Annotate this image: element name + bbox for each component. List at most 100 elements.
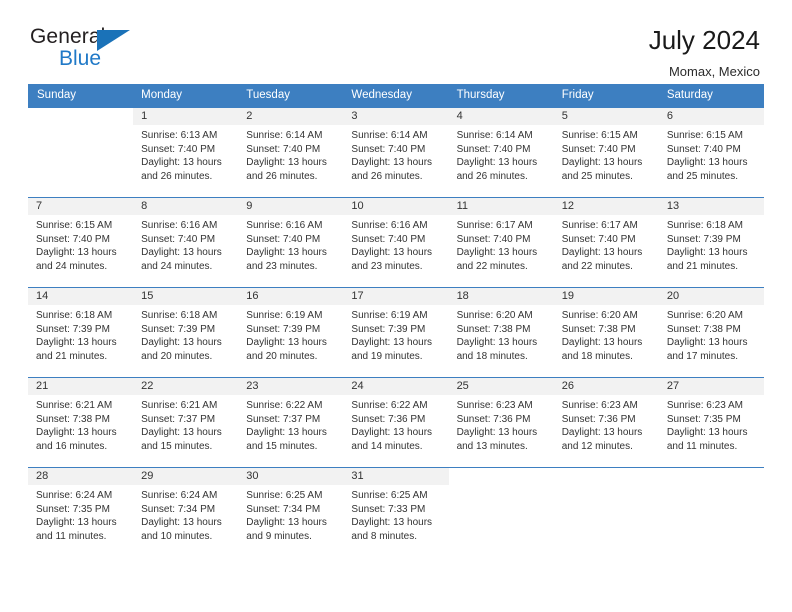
calendar-day-cell[interactable]: 27 Sunrise: 6:23 AM Sunset: 7:35 PM Dayligh…: [658, 377, 764, 468]
calendar-day-cell[interactable]: 6 Sunrise: 6:15 AM Sunset: 7:40 PM Daylight…: [658, 107, 764, 198]
calendar-day-cell[interactable]: 17 Sunrise: 6:19 AM Sunset: 7:39 PM Dayligh…: [343, 287, 449, 378]
daylight-text-line1: Daylight: 13 hours: [36, 517, 117, 529]
sunset-text: Sunset: 7:33 PM: [351, 503, 426, 515]
daylight-text-line2: and 23 minutes.: [246, 260, 318, 272]
daylight-text-line1: Daylight: 13 hours: [246, 427, 327, 439]
day-details: Sunrise: 6:17 AM Sunset: 7:40 PM Daylight:…: [449, 215, 554, 273]
sunrise-text: Sunrise: 6:23 AM: [666, 400, 743, 411]
calendar-day-cell[interactable]: 10 Sunrise: 6:16 AM Sunset: 7:40 PM Dayligh…: [343, 197, 449, 288]
sunrise-text: Sunrise: 6:20 AM: [456, 310, 533, 321]
sunset-text: Sunset: 7:38 PM: [456, 323, 531, 335]
day-number: 24: [343, 378, 449, 395]
day-cell-inner: 14 Sunrise: 6:18 AM Sunset: 7:39 PM Dayligh…: [28, 288, 134, 377]
day-details: Sunrise: 6:15 AM Sunset: 7:40 PM Daylight:…: [659, 125, 764, 183]
weekday-header-monday: Monday: [133, 84, 239, 108]
calendar-day-cell[interactable]: 19 Sunrise: 6:20 AM Sunset: 7:38 PM Dayligh…: [553, 287, 659, 378]
calendar-day-cell[interactable]: 5 Sunrise: 6:15 AM Sunset: 7:40 PM Daylight…: [553, 107, 659, 198]
sunrise-text: Sunrise: 6:20 AM: [666, 310, 743, 321]
daylight-text-line2: and 11 minutes.: [666, 440, 738, 452]
daylight-text-line1: Daylight: 13 hours: [351, 427, 433, 439]
calendar-day-cell[interactable]: 7 Sunrise: 6:15 AM Sunset: 7:40 PM Daylight…: [28, 197, 134, 288]
calendar-day-cell[interactable]: 16 Sunrise: 6:19 AM Sunset: 7:39 PM Dayligh…: [238, 287, 344, 378]
calendar-day-cell[interactable]: 8 Sunrise: 6:16 AM Sunset: 7:40 PM Daylight…: [133, 197, 239, 288]
sunset-text: Sunset: 7:40 PM: [246, 233, 321, 245]
calendar-day-cell[interactable]: 11 Sunrise: 6:17 AM Sunset: 7:40 PM Dayligh…: [448, 197, 554, 288]
daylight-text-line2: and 26 minutes.: [456, 170, 528, 182]
day-details: Sunrise: 6:19 AM Sunset: 7:39 PM Daylight:…: [343, 305, 448, 363]
brand-name-blue: Blue: [59, 47, 102, 70]
weekday-header-thursday: Thursday: [448, 84, 554, 108]
calendar-day-cell[interactable]: 4 Sunrise: 6:14 AM Sunset: 7:40 PM Daylight…: [448, 107, 554, 198]
day-cell-inner: 29 Sunrise: 6:24 AM Sunset: 7:34 PM Dayligh…: [133, 468, 239, 558]
day-number: 5: [553, 108, 659, 125]
calendar-day-cell[interactable]: 2 Sunrise: 6:14 AM Sunset: 7:40 PM Daylight…: [238, 107, 344, 198]
sunset-text: Sunset: 7:39 PM: [666, 233, 741, 245]
calendar-day-cell[interactable]: 29 Sunrise: 6:24 AM Sunset: 7:34 PM Dayligh…: [133, 467, 239, 558]
calendar-day-cell[interactable]: 26 Sunrise: 6:23 AM Sunset: 7:36 PM Dayligh…: [553, 377, 659, 468]
day-details: Sunrise: 6:21 AM Sunset: 7:37 PM Daylight:…: [133, 395, 238, 453]
day-number: 8: [133, 198, 239, 215]
day-number: 4: [448, 108, 554, 125]
day-details: Sunrise: 6:18 AM Sunset: 7:39 PM Daylight:…: [659, 215, 764, 273]
calendar-day-cell-empty: [448, 467, 554, 558]
day-cell-inner: 4 Sunrise: 6:14 AM Sunset: 7:40 PM Daylight…: [448, 108, 554, 197]
day-number: 16: [238, 288, 344, 305]
sunrise-text: Sunrise: 6:19 AM: [246, 310, 323, 321]
calendar-day-cell[interactable]: 20 Sunrise: 6:20 AM Sunset: 7:38 PM Dayligh…: [658, 287, 764, 378]
day-number: 28: [28, 468, 134, 485]
calendar-day-cell[interactable]: 1 Sunrise: 6:13 AM Sunset: 7:40 PM Daylight…: [133, 107, 239, 198]
sunset-text: Sunset: 7:39 PM: [36, 323, 110, 335]
day-number: 31: [343, 468, 449, 485]
calendar-day-cell[interactable]: 22 Sunrise: 6:21 AM Sunset: 7:37 PM Dayligh…: [133, 377, 239, 468]
calendar-day-cell[interactable]: 31 Sunrise: 6:25 AM Sunset: 7:33 PM Dayligh…: [343, 467, 449, 558]
sunset-text: Sunset: 7:36 PM: [561, 413, 636, 425]
day-details: Sunrise: 6:24 AM Sunset: 7:35 PM Daylight:…: [28, 485, 133, 543]
daylight-text-line2: and 19 minutes.: [351, 350, 423, 362]
sunset-text: Sunset: 7:40 PM: [141, 233, 216, 245]
weekday-header-sunday: Sunday: [28, 84, 134, 108]
sunrise-text: Sunrise: 6:20 AM: [561, 310, 638, 321]
sunset-text: Sunset: 7:38 PM: [666, 323, 741, 335]
day-number: 13: [658, 198, 764, 215]
day-details: Sunrise: 6:15 AM Sunset: 7:40 PM Daylight:…: [28, 215, 133, 273]
day-details: Sunrise: 6:14 AM Sunset: 7:40 PM Daylight:…: [238, 125, 343, 183]
calendar-day-cell[interactable]: 9 Sunrise: 6:16 AM Sunset: 7:40 PM Daylight…: [238, 197, 344, 288]
day-number: 14: [28, 288, 134, 305]
calendar-week-row: 1 Sunrise: 6:13 AM Sunset: 7:40 PM Daylight…: [28, 107, 764, 198]
day-cell-inner: 1 Sunrise: 6:13 AM Sunset: 7:40 PM Daylight…: [133, 108, 239, 197]
calendar-day-cell[interactable]: 30 Sunrise: 6:25 AM Sunset: 7:34 PM Dayligh…: [238, 467, 344, 558]
calendar-day-cell[interactable]: 12 Sunrise: 6:17 AM Sunset: 7:40 PM Dayligh…: [553, 197, 659, 288]
day-cell-inner: 9 Sunrise: 6:16 AM Sunset: 7:40 PM Daylight…: [238, 198, 344, 287]
daylight-text-line1: Daylight: 13 hours: [561, 157, 643, 169]
daylight-text-line1: Daylight: 13 hours: [246, 337, 327, 349]
daylight-text-line2: and 15 minutes.: [246, 440, 318, 452]
sunrise-text: Sunrise: 6:18 AM: [666, 220, 743, 231]
calendar-day-cell[interactable]: 25 Sunrise: 6:23 AM Sunset: 7:36 PM Dayligh…: [448, 377, 554, 468]
day-cell-inner: 18 Sunrise: 6:20 AM Sunset: 7:38 PM Dayligh…: [448, 288, 554, 377]
sunset-text: Sunset: 7:40 PM: [456, 143, 531, 155]
day-details: Sunrise: 6:23 AM Sunset: 7:36 PM Daylight:…: [449, 395, 554, 453]
day-details: Sunrise: 6:23 AM Sunset: 7:36 PM Daylight:…: [554, 395, 659, 453]
sunset-text: Sunset: 7:37 PM: [246, 413, 321, 425]
daylight-text-line2: and 22 minutes.: [561, 260, 633, 272]
day-details: Sunrise: 6:14 AM Sunset: 7:40 PM Daylight:…: [449, 125, 554, 183]
calendar-day-cell[interactable]: 3 Sunrise: 6:14 AM Sunset: 7:40 PM Daylight…: [343, 107, 449, 198]
calendar-day-cell[interactable]: 14 Sunrise: 6:18 AM Sunset: 7:39 PM Dayligh…: [28, 287, 134, 378]
calendar-day-cell[interactable]: 28 Sunrise: 6:24 AM Sunset: 7:35 PM Dayligh…: [28, 467, 134, 558]
sunset-text: Sunset: 7:40 PM: [141, 143, 216, 155]
calendar-day-cell[interactable]: 13 Sunrise: 6:18 AM Sunset: 7:39 PM Dayligh…: [658, 197, 764, 288]
daylight-text-line1: Daylight: 13 hours: [141, 157, 222, 169]
calendar-day-cell[interactable]: 18 Sunrise: 6:20 AM Sunset: 7:38 PM Dayligh…: [448, 287, 554, 378]
calendar-day-cell[interactable]: 21 Sunrise: 6:21 AM Sunset: 7:38 PM Dayligh…: [28, 377, 134, 468]
calendar-day-cell[interactable]: 15 Sunrise: 6:18 AM Sunset: 7:39 PM Dayligh…: [133, 287, 239, 378]
sunrise-text: Sunrise: 6:16 AM: [246, 220, 323, 231]
day-details: Sunrise: 6:15 AM Sunset: 7:40 PM Daylight:…: [554, 125, 659, 183]
calendar-day-cell[interactable]: 24 Sunrise: 6:22 AM Sunset: 7:36 PM Dayligh…: [343, 377, 449, 468]
day-number: 17: [343, 288, 449, 305]
calendar-day-cell[interactable]: 23 Sunrise: 6:22 AM Sunset: 7:37 PM Dayligh…: [238, 377, 344, 468]
sunrise-text: Sunrise: 6:21 AM: [36, 400, 113, 411]
day-number: 25: [448, 378, 554, 395]
daylight-text-line1: Daylight: 13 hours: [246, 517, 327, 529]
brand-logo[interactable]: General Blue: [30, 26, 140, 74]
daylight-text-line2: and 24 minutes.: [141, 260, 213, 272]
